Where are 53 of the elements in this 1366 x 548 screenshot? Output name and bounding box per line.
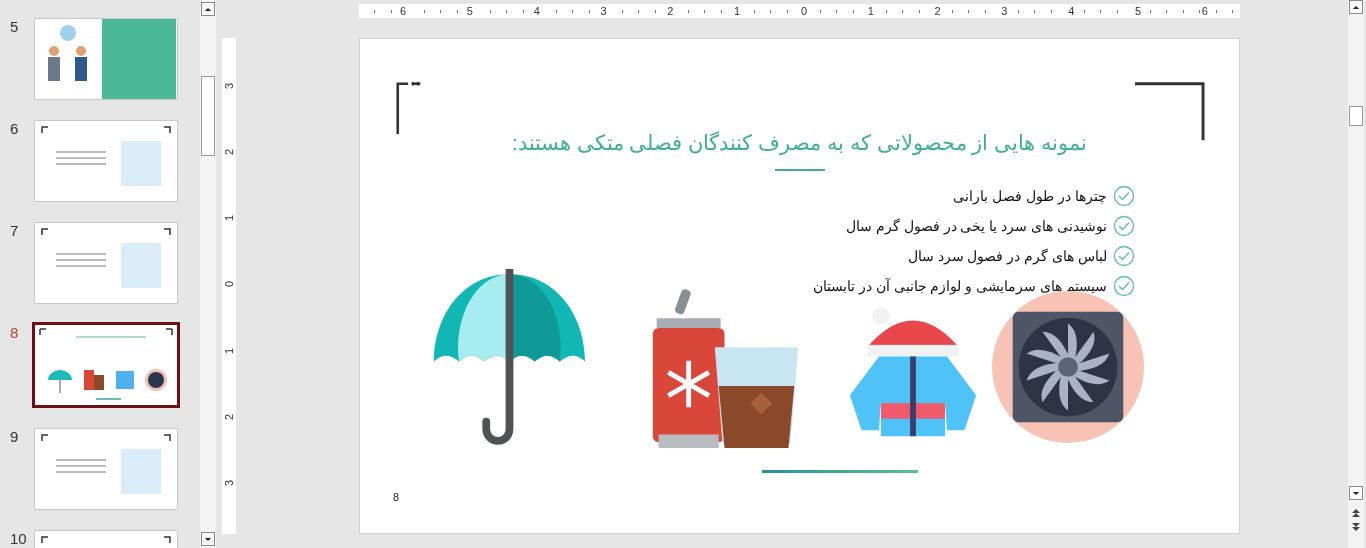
down-triangle-icon (204, 536, 212, 542)
check-circle-icon (1113, 245, 1135, 267)
thumbnail-scrollbar[interactable] (200, 0, 216, 548)
ruler-number: 3 (223, 82, 235, 90)
up-triangle-icon (1352, 4, 1360, 10)
slide-title: نمونه هایی از محصولاتی که به مصرف کنندگان فصلی متکی هستند: (511, 131, 1088, 155)
ruler-number: 1 (223, 215, 235, 222)
ruler-number: 2 (223, 149, 235, 156)
scrollbar-thumb[interactable] (201, 76, 215, 156)
slide-number: 8 (393, 491, 400, 503)
check-circle-icon (1113, 185, 1135, 207)
slide-number-label: 5 (9, 18, 20, 35)
slide-number-label: 6 (9, 120, 20, 137)
down-triangle-icon (1352, 490, 1360, 496)
up-triangle-icon (204, 6, 212, 12)
scroll-down-button[interactable] (1349, 486, 1363, 500)
ruler-number: 3 (999, 5, 1010, 17)
ruler-number: 1 (223, 347, 235, 354)
next-slide-icon[interactable] (1351, 522, 1361, 532)
bullet-text: سیستم های سرمایشی و لوازم جانبی آن در تابستان (812, 278, 1107, 294)
previous-slide-icon[interactable] (1351, 508, 1361, 518)
scroll-down-button[interactable] (201, 532, 215, 546)
check-circle-icon (1113, 275, 1135, 297)
ruler-number: 2 (223, 413, 235, 420)
scrollbar-thumb[interactable] (1349, 106, 1363, 126)
ruler-number: 6 (398, 5, 409, 17)
ruler-number: 5 (464, 5, 475, 17)
slide-number-label: 9 (9, 428, 20, 445)
check-circle-icon (1113, 215, 1135, 237)
slide-number-label: 7 (9, 222, 20, 239)
bullet-text: نوشیدنی های سرد یا یخی در فصول گرم سال (845, 218, 1107, 234)
ruler-number: 3 (598, 5, 609, 17)
ruler-number: 1 (865, 5, 876, 17)
ruler-number: 2 (932, 5, 943, 17)
slide-number-label: 10 (9, 530, 28, 547)
scroll-up-button[interactable] (201, 2, 215, 16)
slide-thumbnail[interactable] (32, 322, 180, 408)
ruler-number: 3 (223, 479, 235, 486)
ruler-number: 0 (798, 5, 809, 17)
ruler-number: 5 (1132, 5, 1144, 17)
slide-number-label: 8 (9, 324, 20, 341)
corner-bracket-icon (396, 81, 422, 135)
ruler-number: 0 (223, 281, 235, 288)
bullet-text: لباس های گرم در فصول سرد سال (907, 248, 1107, 264)
ruler-number: 4 (1066, 5, 1077, 17)
ruler-number: 2 (665, 5, 676, 17)
scroll-up-button[interactable] (1349, 0, 1363, 14)
ruler-number: 1 (732, 5, 743, 17)
ruler-number: 4 (531, 5, 542, 17)
corner-bracket-icon (1135, 81, 1205, 141)
ruler-number: 6 (1199, 5, 1210, 17)
bullet-text: چترها در طول فصل بارانی (953, 188, 1107, 204)
slide-scrollbar[interactable] (1348, 0, 1364, 548)
